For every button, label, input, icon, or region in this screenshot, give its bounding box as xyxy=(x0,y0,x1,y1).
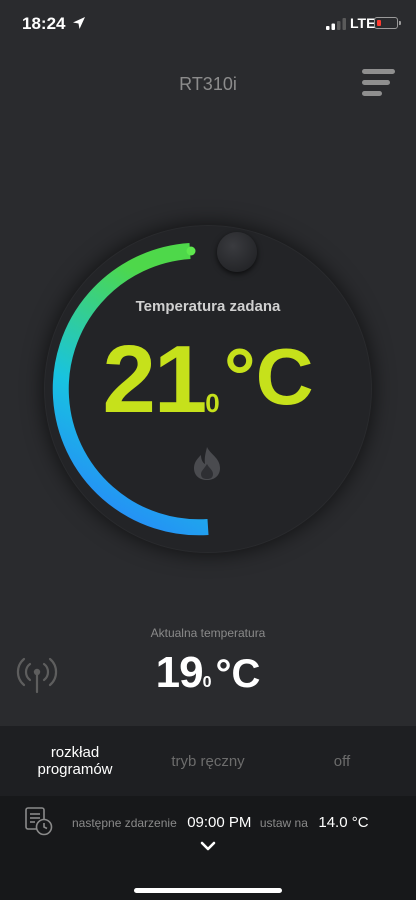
set-temperature-value: 210°C xyxy=(44,325,372,435)
next-event-bar: następne zdarzenie 09:00 PM ustaw na 14.… xyxy=(0,796,416,900)
location-arrow-icon xyxy=(73,17,85,29)
signal-icon xyxy=(326,18,346,30)
mode-schedule-button[interactable]: rozkład programów xyxy=(0,726,150,796)
set-temp-unit: °C xyxy=(223,332,314,421)
mode-manual-button[interactable]: tryb ręczny xyxy=(130,726,286,796)
device-title: RT310i xyxy=(179,74,237,94)
set-temp-integer: 21 xyxy=(102,326,207,433)
next-event-row: następne zdarzenie 09:00 PM ustaw na 14.… xyxy=(72,814,369,832)
home-indicator[interactable] xyxy=(134,888,282,893)
mode-off-button[interactable]: off xyxy=(286,726,398,796)
actual-temperature-label: Aktualna temperatura xyxy=(150,626,266,640)
actual-temp-decimal: 0 xyxy=(202,674,212,691)
status-bar: 18:24 LTE xyxy=(0,0,416,50)
next-event-label: następne zdarzenie xyxy=(72,816,177,830)
actual-temperature-value: 190 °C xyxy=(0,648,416,698)
mode-off-label: off xyxy=(333,752,351,770)
actual-temp-unit: °C xyxy=(215,652,261,696)
mode-schedule-line1: rozkład xyxy=(50,744,100,761)
schedule-clock-icon xyxy=(25,807,53,836)
flame-icon xyxy=(194,447,220,480)
network-type: LTE xyxy=(350,15,376,31)
menu-icon xyxy=(362,69,395,74)
arc-end-dot xyxy=(186,246,196,256)
thermostat-dial[interactable]: Temperatura zadana 210°C xyxy=(44,225,372,553)
next-event-time: 09:00 PM xyxy=(187,814,252,831)
antenna-icon xyxy=(16,657,58,694)
set-temperature-label: Temperatura zadana xyxy=(135,298,281,315)
next-event-set-label: ustaw na xyxy=(259,816,308,830)
mode-schedule-line2: programów xyxy=(37,761,113,778)
dial-knob[interactable] xyxy=(217,232,257,272)
mode-selector: rozkład programów tryb ręczny off xyxy=(0,726,416,796)
chevron-down-icon[interactable] xyxy=(200,840,216,852)
set-temp-decimal: 0 xyxy=(205,388,220,418)
next-event-temp: 14.0 °C xyxy=(318,814,369,831)
actual-temp-integer: 19 xyxy=(155,648,204,697)
mode-manual-label: tryb ręczny xyxy=(171,752,245,770)
battery-icon xyxy=(374,17,401,29)
menu-button[interactable] xyxy=(360,68,396,100)
status-time: 18:24 xyxy=(22,14,66,33)
